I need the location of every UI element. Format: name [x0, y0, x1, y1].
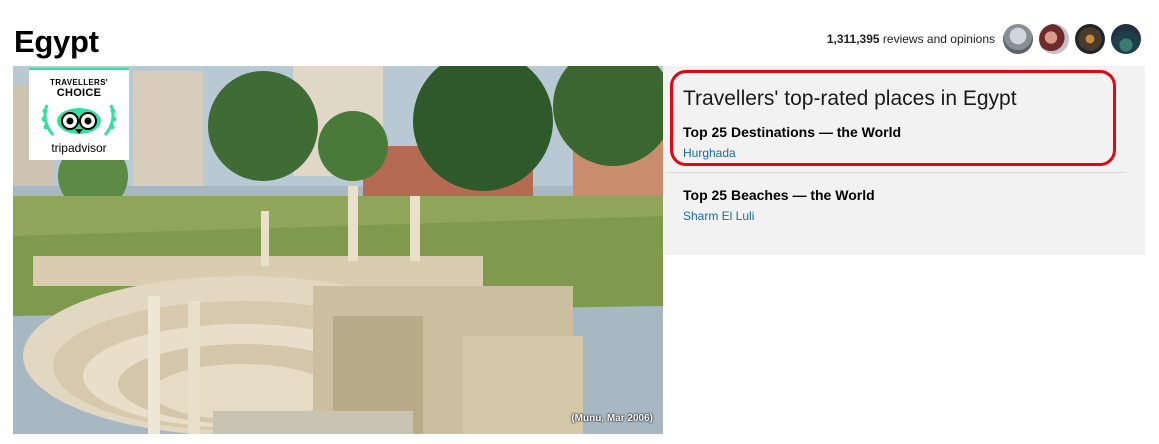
photo-credit: (Munu, Mar 2006): [571, 413, 653, 424]
avatar[interactable]: [1075, 24, 1105, 54]
badge-line1: TRAVELLERS': [50, 78, 108, 87]
award-link-hurghada[interactable]: Hurghada: [683, 145, 736, 161]
reviews-count: 1,311,395: [826, 32, 880, 46]
award-title: Top 25 Beaches — the World: [683, 187, 875, 203]
tripadvisor-owl-icon: [41, 104, 117, 136]
reviews-summary: 1,311,395 reviews and opinions: [827, 24, 1141, 54]
avatar[interactable]: [1039, 24, 1069, 54]
badge-brand: tripadvisor: [51, 141, 107, 155]
award-link-sharm-el-luli[interactable]: Sharm El Luli: [683, 208, 754, 224]
hero-image[interactable]: TRAVELLERS' CHOICE tripadvisor (Munu, Ma…: [13, 66, 663, 434]
reviewer-avatars: [1003, 24, 1141, 54]
reviews-label: reviews and opinions: [882, 32, 995, 46]
award-title: Top 25 Destinations — the World: [683, 124, 902, 140]
badge-line2: CHOICE: [56, 87, 102, 99]
panel-title: Travellers' top-rated places in Egypt: [683, 87, 1017, 110]
avatar[interactable]: [1111, 24, 1141, 54]
travellers-choice-badge: TRAVELLERS' CHOICE tripadvisor: [29, 68, 129, 160]
highlight-box: [670, 70, 1116, 166]
divider: [667, 172, 1125, 173]
page-title: Egypt: [14, 24, 99, 59]
avatar[interactable]: [1003, 24, 1033, 54]
